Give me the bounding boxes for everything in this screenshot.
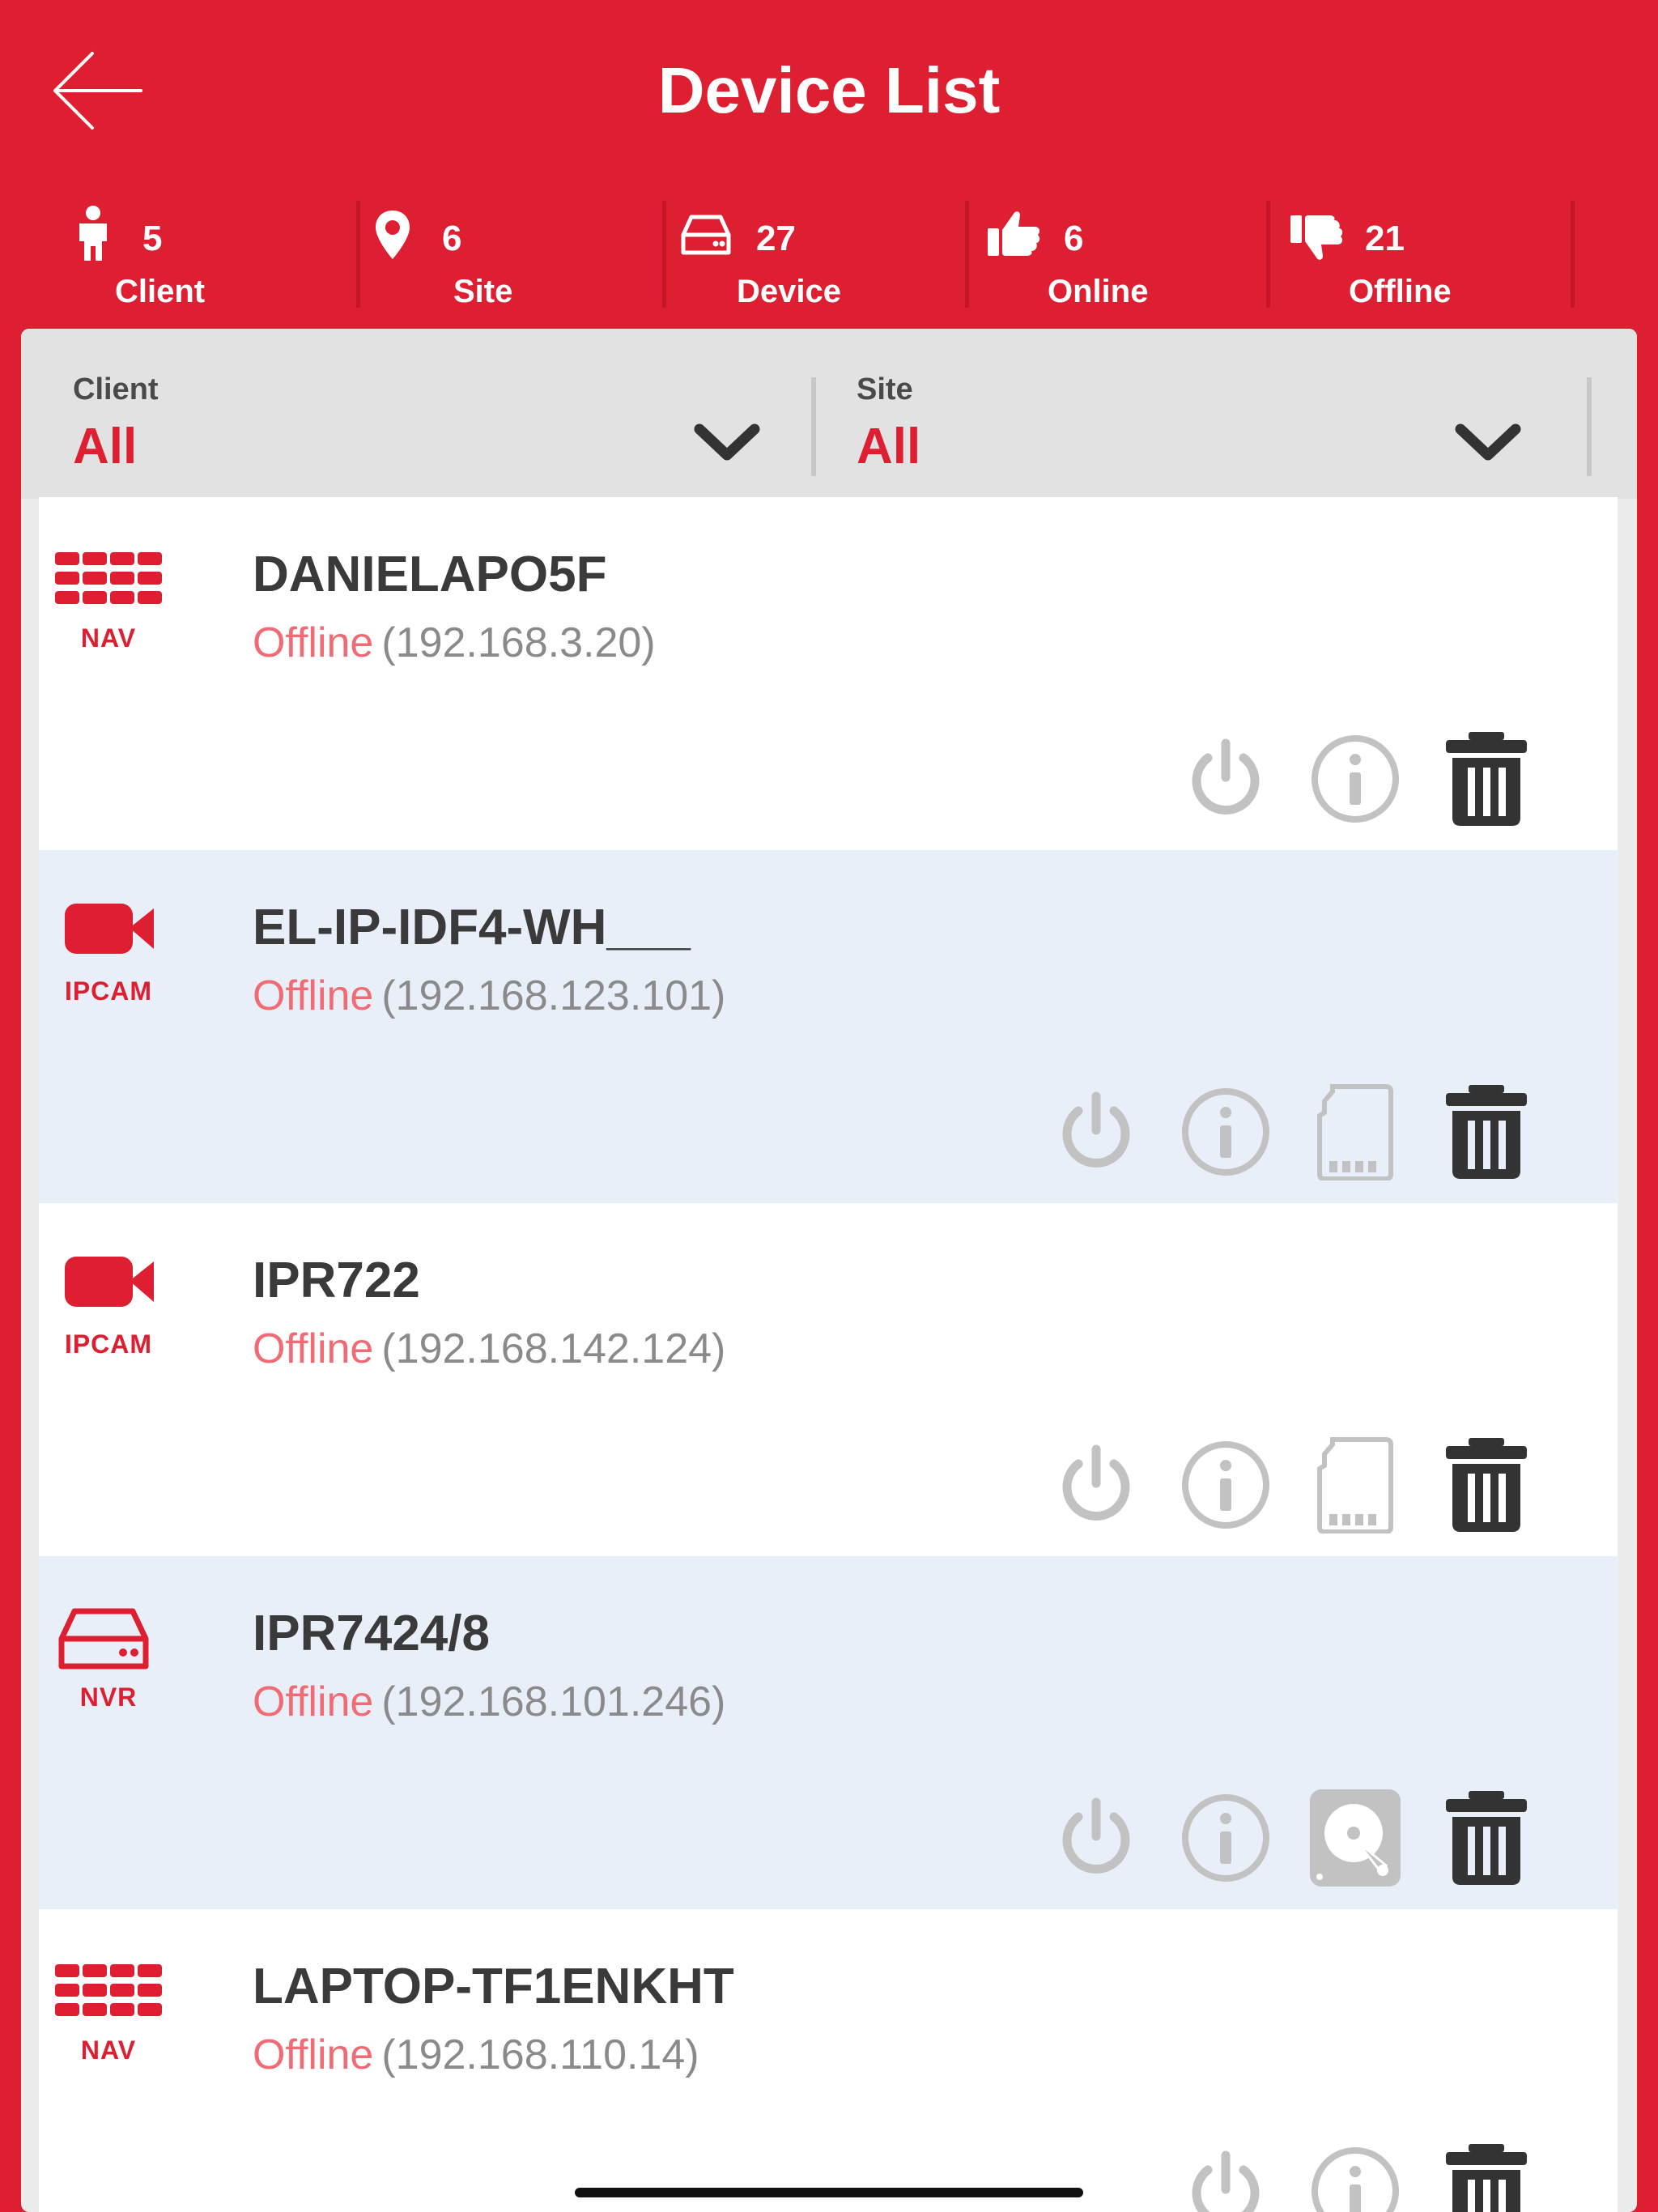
device-type-label: NAV <box>80 2035 137 2065</box>
stat-site-label: Site <box>453 274 513 309</box>
chevron-down-icon <box>1454 418 1522 470</box>
content-panel: Client All Site All NAV DANIELAPO5F Offl… <box>21 329 1637 2212</box>
device-row[interactable]: NAV DANIELAPO5F Offline (192.168.3.20) <box>39 497 1618 850</box>
filter-bar: Client All Site All <box>21 329 1637 499</box>
info-icon[interactable] <box>1177 1789 1274 1887</box>
info-icon[interactable] <box>1177 1083 1274 1180</box>
device-list: NAV DANIELAPO5F Offline (192.168.3.20) I… <box>39 497 1618 2212</box>
device-status: Offline (192.168.3.20) <box>253 619 656 667</box>
info-icon[interactable] <box>1307 2142 1404 2212</box>
thumbs-down-icon <box>1289 214 1344 268</box>
stats-bar: 5 Client 6 Site 27 Device 6 Online 21 Of… <box>0 194 1658 316</box>
stat-online-label: Online <box>1048 274 1149 309</box>
client-filter-value: All <box>73 419 138 474</box>
device-status: Offline (192.168.101.246) <box>253 1678 725 1726</box>
device-type-label: IPCAM <box>64 1329 153 1359</box>
sd-card-icon[interactable] <box>1307 1436 1404 1534</box>
device-row[interactable]: NVR IPR7424/8 Offline (192.168.101.246) <box>39 1556 1618 1909</box>
power-icon[interactable] <box>1177 730 1274 827</box>
ip-address: (192.168.3.20) <box>381 619 656 666</box>
device-row[interactable]: IPCAM IPR722 Offline (192.168.142.124) <box>39 1203 1618 1556</box>
status-text: Offline <box>253 972 374 1019</box>
stat-online: 6 Online <box>983 194 1282 316</box>
page-title: Device List <box>657 54 1001 126</box>
thumbs-up-icon <box>986 207 1041 262</box>
device-row[interactable]: IPCAM EL-IP-IDF4-WH___ Offline (192.168.1… <box>39 850 1618 1203</box>
stat-offline: 21 Offline <box>1286 194 1585 316</box>
device-type-label: NVR <box>79 1682 138 1712</box>
device-status: Offline (192.168.142.124) <box>253 1325 725 1373</box>
site-filter-value: All <box>857 419 921 474</box>
power-icon[interactable] <box>1177 2142 1274 2212</box>
device-status: Offline (192.168.110.14) <box>253 2031 699 2079</box>
device-name: IPR722 <box>253 1253 420 1308</box>
ipcam-icon: IPCAM <box>44 1242 189 1363</box>
client-filter-dropdown[interactable]: Client All <box>21 329 798 499</box>
trash-icon[interactable] <box>1438 1436 1535 1534</box>
status-text: Offline <box>253 619 374 666</box>
device-name: DANIELAPO5F <box>253 547 607 602</box>
device-name: IPR7424/8 <box>253 1606 490 1661</box>
stat-device-count: 27 <box>756 219 796 258</box>
stat-offline-label: Offline <box>1349 274 1452 309</box>
filter-divider <box>1587 377 1592 476</box>
sd-card-icon[interactable] <box>1307 1083 1404 1181</box>
device-row[interactable]: NAV LAPTOP-TF1ENKHT Offline (192.168.110.… <box>39 1909 1618 2212</box>
hdd-icon[interactable] <box>1307 1789 1404 1887</box>
chevron-down-icon <box>693 418 761 470</box>
device-name: LAPTOP-TF1ENKHT <box>253 1959 734 2014</box>
stat-device-label: Device <box>737 274 841 309</box>
trash-icon[interactable] <box>1438 2142 1535 2212</box>
stat-divider <box>965 201 969 308</box>
trash-icon[interactable] <box>1438 730 1535 827</box>
map-pin-icon <box>374 209 411 265</box>
nvr-icon: NVR <box>44 1595 189 1716</box>
power-icon[interactable] <box>1048 1436 1145 1534</box>
device-status: Offline (192.168.123.101) <box>253 972 725 1020</box>
info-icon[interactable] <box>1307 730 1404 827</box>
stat-client-count: 5 <box>142 219 163 258</box>
home-indicator[interactable] <box>575 2188 1083 2197</box>
hard-drive-icon <box>680 214 732 260</box>
device-type-label: IPCAM <box>64 976 153 1006</box>
ip-address: (192.168.101.246) <box>381 1678 726 1725</box>
stat-divider <box>1266 201 1270 308</box>
stat-device: 27 Device <box>677 194 976 316</box>
ip-address: (192.168.142.124) <box>381 1325 726 1372</box>
nav-icon: NAV <box>44 536 189 657</box>
status-text: Offline <box>253 1325 374 1372</box>
stat-divider <box>356 201 360 308</box>
power-icon[interactable] <box>1048 1083 1145 1180</box>
status-text: Offline <box>253 1678 374 1725</box>
stat-site-count: 6 <box>442 219 462 258</box>
stat-divider <box>662 201 666 308</box>
stat-offline-count: 21 <box>1365 219 1405 258</box>
stat-client-label: Client <box>115 274 206 309</box>
ip-address: (192.168.110.14) <box>381 2031 699 2078</box>
status-text: Offline <box>253 2031 374 2078</box>
power-icon[interactable] <box>1048 1789 1145 1887</box>
client-filter-label: Client <box>73 372 159 406</box>
trash-icon[interactable] <box>1438 1083 1535 1180</box>
device-type-label: NAV <box>80 623 137 653</box>
stat-divider <box>1571 201 1575 308</box>
stat-client: 5 Client <box>0 194 300 316</box>
site-filter-label: Site <box>857 372 913 406</box>
person-icon <box>74 206 112 266</box>
stat-site: 6 Site <box>358 194 657 316</box>
trash-icon[interactable] <box>1438 1789 1535 1887</box>
ipcam-icon: IPCAM <box>44 889 189 1010</box>
device-name: EL-IP-IDF4-WH___ <box>253 900 691 955</box>
app-header: Device List <box>0 0 1658 186</box>
site-filter-dropdown[interactable]: Site All <box>805 329 1582 499</box>
info-icon[interactable] <box>1177 1436 1274 1534</box>
ip-address: (192.168.123.101) <box>381 972 726 1019</box>
stat-online-count: 6 <box>1064 219 1084 258</box>
nav-icon: NAV <box>44 1948 189 2069</box>
